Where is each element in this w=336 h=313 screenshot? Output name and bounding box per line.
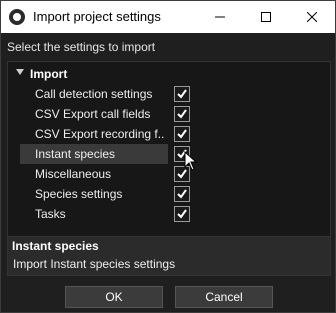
mouse-cursor-icon <box>184 151 198 171</box>
tree-group-import[interactable]: Import <box>8 66 330 82</box>
close-icon <box>307 12 317 22</box>
maximize-button[interactable] <box>243 1 289 33</box>
close-button[interactable] <box>289 1 335 33</box>
checkbox[interactable] <box>174 86 190 102</box>
cancel-button[interactable]: Cancel <box>175 286 273 308</box>
checkbox[interactable] <box>174 186 190 202</box>
tree-item[interactable]: CSV Export recording f... <box>8 124 330 144</box>
checkbox[interactable] <box>174 126 190 142</box>
tree-item-label: Tasks <box>35 207 66 221</box>
checkmark-icon <box>177 89 187 99</box>
tree-item[interactable]: Call detection settings <box>8 84 330 104</box>
instruction-text: Select the settings to import <box>7 40 156 54</box>
tree-item[interactable]: Instant species <box>8 144 330 164</box>
tree-group-label: Import <box>30 67 68 81</box>
minimize-button[interactable] <box>197 1 243 33</box>
checkbox[interactable] <box>174 206 190 222</box>
tree-item[interactable]: Miscellaneous <box>8 164 330 184</box>
tree-item-label: CSV Export call fields <box>35 107 151 121</box>
description-title: Instant species <box>12 239 99 253</box>
description-body: Import Instant species settings <box>13 257 176 271</box>
tree-item-label: CSV Export recording f... <box>35 127 165 141</box>
description-panel: Instant species Import Instant species s… <box>7 236 331 276</box>
checkmark-icon <box>177 209 187 219</box>
import-settings-dialog: Import project settings Select the setti… <box>0 0 336 313</box>
maximize-icon <box>261 12 271 22</box>
checkmark-icon <box>177 189 187 199</box>
tree-item-label: Instant species <box>35 147 116 161</box>
minimize-icon <box>215 16 225 18</box>
tree-item-label: Miscellaneous <box>35 167 112 181</box>
tree-item-label: Species settings <box>35 187 123 201</box>
title-bar[interactable]: Import project settings <box>1 1 335 33</box>
checkmark-icon <box>177 109 187 119</box>
settings-tree[interactable]: Import Call detection settings CSV Export… <box>7 61 331 237</box>
ok-button[interactable]: OK <box>65 286 163 308</box>
checkmark-icon <box>177 129 187 139</box>
window-title: Import project settings <box>33 9 161 24</box>
tree-item[interactable]: Tasks <box>8 204 330 224</box>
app-logo-icon <box>9 9 25 25</box>
collapse-toggle-icon[interactable] <box>16 69 24 75</box>
tree-item[interactable]: CSV Export call fields <box>8 104 330 124</box>
checkbox[interactable] <box>174 106 190 122</box>
tree-item[interactable]: Species settings <box>8 184 330 204</box>
tree-item-label: Call detection settings <box>35 87 153 101</box>
